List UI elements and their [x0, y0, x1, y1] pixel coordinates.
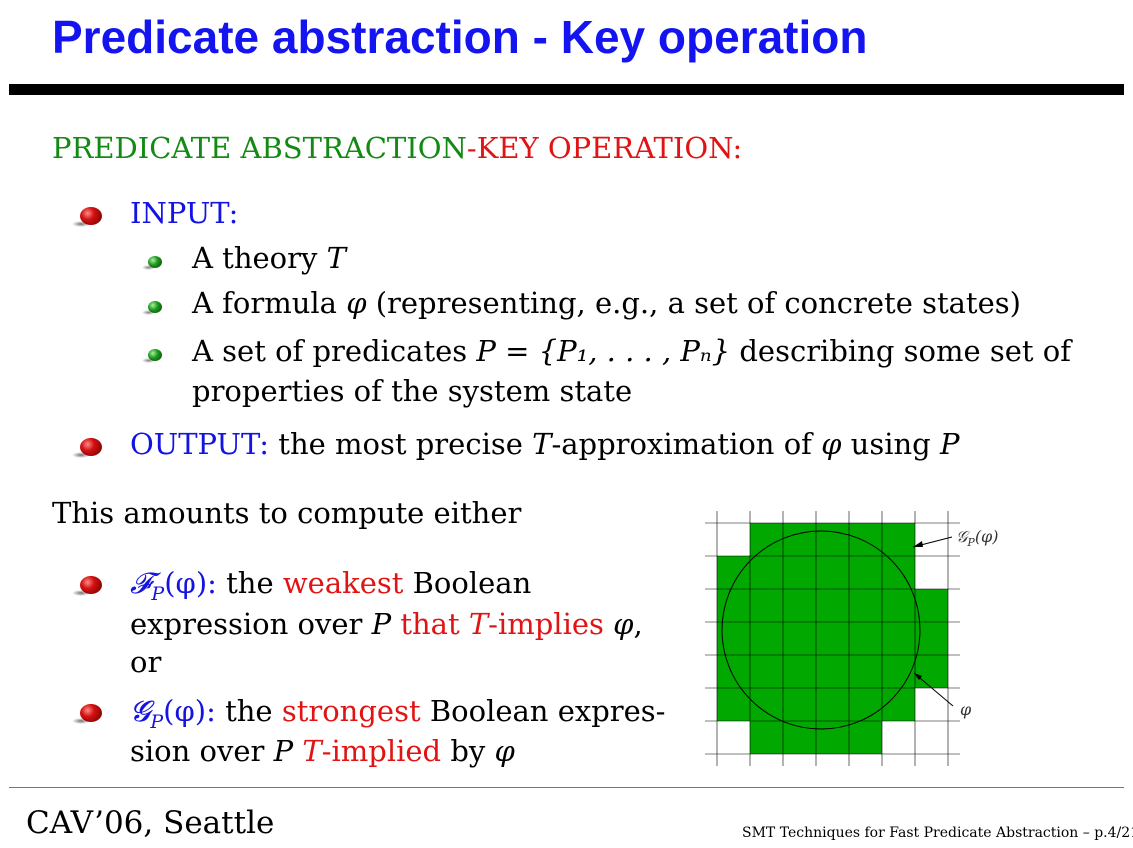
grid-cell	[750, 589, 783, 622]
grid-cell	[816, 589, 849, 622]
grid-cell	[882, 622, 915, 655]
filled-cells	[717, 523, 948, 754]
grid-cell	[816, 556, 849, 589]
heading-part-2: -KEY OPERATION:	[466, 131, 743, 165]
grid-cell	[882, 556, 915, 589]
grid-cell	[882, 655, 915, 688]
grid-cell	[849, 589, 882, 622]
grid-cell	[750, 721, 783, 754]
output-line: OUTPUT: the most precise T-approximation…	[130, 427, 960, 461]
grid-cell	[750, 622, 783, 655]
section-heading: PREDICATE ABSTRACTION-KEY OPERATION:	[52, 131, 742, 165]
grid-cell	[915, 655, 948, 688]
input-item-predicates-line2: properties of the system state	[192, 374, 633, 408]
grid-cell	[849, 556, 882, 589]
grid-cell	[717, 655, 750, 688]
input-item-theory: A theory T	[192, 241, 346, 275]
green-bullet-icon	[142, 349, 162, 363]
grid-cell	[882, 523, 915, 556]
red-bullet-icon	[72, 207, 102, 227]
page-title: Predicate abstraction - Key operation	[52, 11, 868, 63]
option-f-line1: 𝓕P(φ): the weakest Boolean	[130, 566, 532, 605]
heading-part-1: PREDICATE ABSTRACTION	[52, 131, 467, 165]
grid-cell	[783, 589, 816, 622]
grid-cell	[816, 688, 849, 721]
grid-cell	[915, 589, 948, 622]
grid-cell	[849, 622, 882, 655]
red-bullet-icon	[72, 704, 102, 724]
grid-cell	[750, 688, 783, 721]
grid-cell	[849, 523, 882, 556]
input-label: INPUT:	[130, 196, 239, 230]
grid-cell	[750, 523, 783, 556]
grid-cell	[849, 721, 882, 754]
footer-venue: CAV’06, Seattle	[26, 805, 275, 841]
abstraction-grid-diagram: 𝒢P(φ) φ	[705, 511, 999, 766]
grid-cell	[849, 688, 882, 721]
option-f-line3: or	[130, 645, 162, 679]
red-bullet-icon	[72, 576, 102, 596]
g-label: 𝒢P(φ)	[956, 527, 999, 549]
option-f-line2: expression over P that T-implies φ,	[130, 607, 643, 641]
grid-cell	[750, 655, 783, 688]
red-bullet-icon	[72, 438, 102, 458]
grid-cell	[783, 556, 816, 589]
amounts-text: This amounts to compute either	[52, 496, 522, 530]
grid-cell	[717, 589, 750, 622]
grid-cell	[783, 523, 816, 556]
option-g-line1: 𝓖P(φ): the strongest Boolean expres-	[130, 694, 666, 733]
option-g-line2: sion over P T-implied by φ	[130, 734, 515, 768]
grid-cell	[783, 688, 816, 721]
phi-label: φ	[960, 700, 972, 719]
title-rule	[9, 84, 1124, 95]
input-item-predicates: A set of predicates P = {P₁, . . . , Pₙ}…	[192, 334, 1071, 368]
grid-cell	[750, 556, 783, 589]
input-item-formula: A formula φ (representing, e.g., a set o…	[192, 286, 1021, 320]
footer-rule	[9, 787, 1124, 788]
grid-cell	[816, 523, 849, 556]
grid-cell	[816, 655, 849, 688]
grid-cell	[783, 622, 816, 655]
grid-cell	[816, 622, 849, 655]
footer-page-info: SMT Techniques for Fast Predicate Abstra…	[742, 825, 1133, 841]
grid-cell	[783, 655, 816, 688]
grid-cell	[849, 655, 882, 688]
green-bullet-icon	[142, 301, 162, 315]
green-bullet-icon	[142, 256, 162, 270]
grid-cell	[783, 721, 816, 754]
grid-cell	[882, 589, 915, 622]
